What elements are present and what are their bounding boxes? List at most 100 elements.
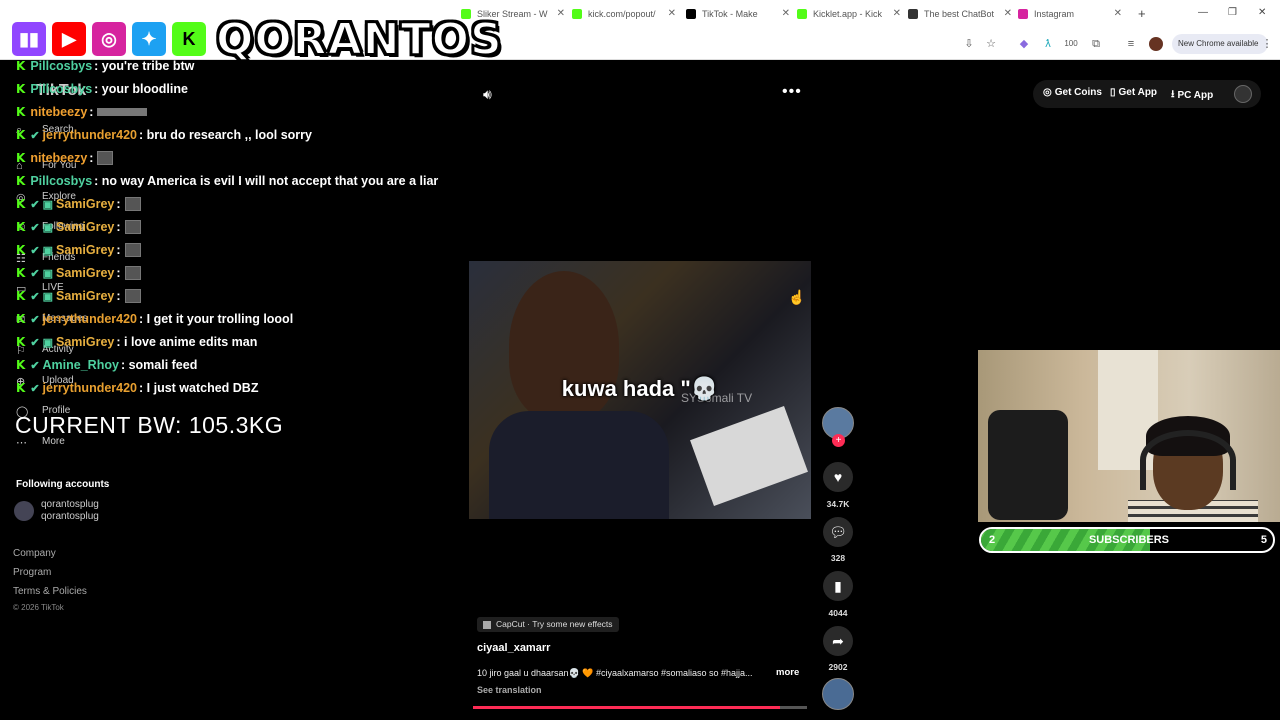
description-more-link[interactable]: more [776, 667, 799, 678]
chat-text: : [89, 105, 94, 119]
tab-close-icon[interactable]: ✕ [668, 8, 676, 19]
tab-favicon-icon [572, 9, 582, 19]
browser-tab[interactable]: The best ChatBot ✕ [908, 5, 1012, 23]
chat-username: Pillcosbys [30, 82, 93, 96]
extension-icon[interactable]: ƛ [1041, 37, 1055, 51]
chat-username: Amine_Rhoy [42, 358, 119, 372]
get-app-button[interactable]: ▯ Get App [1110, 87, 1157, 98]
tab-label: TikTok - Make [702, 9, 758, 19]
chat-username: SamiGrey [55, 220, 115, 234]
reading-list-icon[interactable]: ≡ [1124, 37, 1138, 51]
like-count: 34.7K [826, 499, 850, 509]
chat-text: : i love anime edits man [116, 335, 258, 349]
profile-avatar-icon[interactable] [1149, 37, 1163, 51]
footer-terms-link[interactable]: Terms & Policies [13, 586, 87, 597]
extension-icon[interactable]: ◆ [1017, 37, 1031, 51]
user-badge-icon: ✔ ▣ [30, 336, 53, 349]
chat-username: SamiGrey [55, 266, 115, 280]
volume-icon[interactable]: 🔊︎ [483, 86, 492, 103]
chat-message: K Pillcosbys: no way America is evil I wi… [16, 171, 438, 191]
screen: Sliker Stream - W ✕ kick.com/popout/✕ TikTo… [0, 0, 1280, 720]
user-badge-icon: ✔ [30, 382, 40, 395]
chat-username: SamiGrey [55, 243, 115, 257]
chat-username: jerrythunder420 [42, 128, 138, 142]
close-window-button[interactable]: ✕ [1258, 7, 1266, 18]
subscriber-goal-bar: 2 SUBSCRIBERS 5 [979, 527, 1275, 553]
youtube-icon: ▶ [50, 20, 88, 58]
social-logos-overlay: ▮▮ ▶ ◎ ✦ K QORANTOS [10, 10, 503, 68]
chat-text: : somali feed [120, 358, 198, 372]
chat-message: K Pillcosbys: your bloodline [16, 79, 188, 99]
tab-label: The best ChatBot [924, 9, 995, 19]
share-button[interactable]: ➦ [823, 626, 853, 656]
browser-tab[interactable]: Instagram ✕ [1018, 5, 1122, 23]
new-tab-button[interactable]: + [1138, 6, 1146, 21]
follow-plus-icon[interactable]: + [832, 434, 845, 447]
account-handle: qorantosplug [41, 511, 99, 522]
tab-close-icon[interactable]: ✕ [557, 8, 565, 19]
comment-button[interactable]: 💬︎ [823, 517, 853, 547]
pc-app-label: PC App [1177, 90, 1214, 101]
video-player[interactable]: SYSomali TV kuwa hada "💀 [469, 261, 811, 519]
footer-program-link[interactable]: Program [13, 567, 51, 578]
capcut-effect-tag[interactable]: CapCut · Try some new effects [477, 617, 619, 632]
save-button[interactable]: ▮ [823, 571, 853, 601]
tab-close-icon[interactable]: ✕ [1004, 8, 1012, 19]
video-caption: kuwa hada "💀 [561, 376, 719, 401]
bookmark-icon: ▮ [834, 577, 842, 594]
footer-company-link[interactable]: Company [13, 548, 56, 559]
tab-favicon-icon [797, 9, 807, 19]
pc-app-button[interactable]: ⭳ PC App [1171, 87, 1213, 104]
minimize-button[interactable]: — [1198, 7, 1208, 18]
capcut-icon [483, 620, 491, 629]
kick-badge-icon: K [16, 174, 26, 188]
kick-badge-icon: K [16, 312, 26, 326]
mouse-cursor-icon: ☝ [788, 289, 806, 305]
tab-close-icon[interactable]: ✕ [782, 8, 790, 19]
tab-close-icon[interactable]: ✕ [1114, 8, 1122, 19]
extension-badge-icon[interactable]: 100 [1064, 37, 1078, 51]
chat-emote-icon [97, 108, 148, 116]
bookmark-star-icon[interactable]: ☆ [984, 37, 998, 51]
like-button[interactable]: ♥ [823, 462, 853, 492]
user-badge-icon: ✔ ▣ [30, 290, 53, 303]
following-accounts-title: Following accounts [16, 479, 110, 490]
chat-text: : your bloodline [94, 82, 188, 96]
chrome-menu-icon[interactable]: ⋮ [1260, 37, 1274, 51]
tab-close-icon[interactable]: ✕ [893, 8, 901, 19]
kick-badge-icon: K [16, 289, 26, 303]
tab-label: kick.com/popout/ [588, 9, 656, 19]
instagram-icon: ◎ [90, 20, 128, 58]
user-avatar[interactable] [1234, 85, 1252, 103]
music-disc-icon[interactable] [822, 678, 854, 710]
chat-message: K ✔ jerrythunder420: I just watched DBZ [16, 378, 258, 398]
see-translation-link[interactable]: See translation [477, 685, 542, 695]
more-options-icon[interactable]: ••• [782, 83, 802, 101]
kick-badge-icon: K [16, 358, 26, 372]
kick-badge-icon: K [16, 151, 26, 165]
chat-message: K ✔ Amine_Rhoy : somali feed [16, 355, 197, 375]
get-coins-button[interactable]: ◎ Get Coins [1043, 87, 1102, 98]
chat-emote-icon [124, 197, 141, 211]
extensions-puzzle-icon[interactable]: ⧉ [1089, 37, 1103, 51]
user-badge-icon: ✔ [30, 359, 40, 372]
install-app-icon[interactable]: ⇩ [962, 37, 976, 51]
copyright-text: © 2026 TikTok [13, 603, 64, 612]
tab-favicon-icon [1018, 9, 1028, 19]
new-chrome-available-button[interactable]: New Chrome available [1172, 34, 1269, 54]
video-author[interactable]: ciyaal_xamarr [477, 642, 550, 654]
chat-message: K ✔ jerrythunder420: I get it your trollin… [16, 309, 293, 329]
maximize-button[interactable]: ❐ [1228, 7, 1237, 18]
avatar [14, 501, 34, 521]
kick-badge-icon: K [16, 266, 26, 280]
browser-tab[interactable]: Kicklet.app - Kick ✕ [797, 5, 901, 23]
share-icon: ➦ [832, 632, 844, 649]
user-badge-icon: ✔ [30, 313, 40, 326]
user-badge-icon: ✔ ▣ [30, 267, 53, 280]
streamer-brand-name: QORANTOS [215, 13, 503, 66]
following-account-item[interactable]: qorantosplug qorantosplug [14, 499, 99, 523]
chat-message: K ✔ ▣ SamiGrey : [16, 263, 141, 283]
video-progress-bar[interactable] [473, 706, 807, 709]
browser-tab[interactable]: TikTok - Make ✕ [686, 5, 790, 23]
browser-tab[interactable]: kick.com/popout/ ✕ [572, 5, 676, 23]
